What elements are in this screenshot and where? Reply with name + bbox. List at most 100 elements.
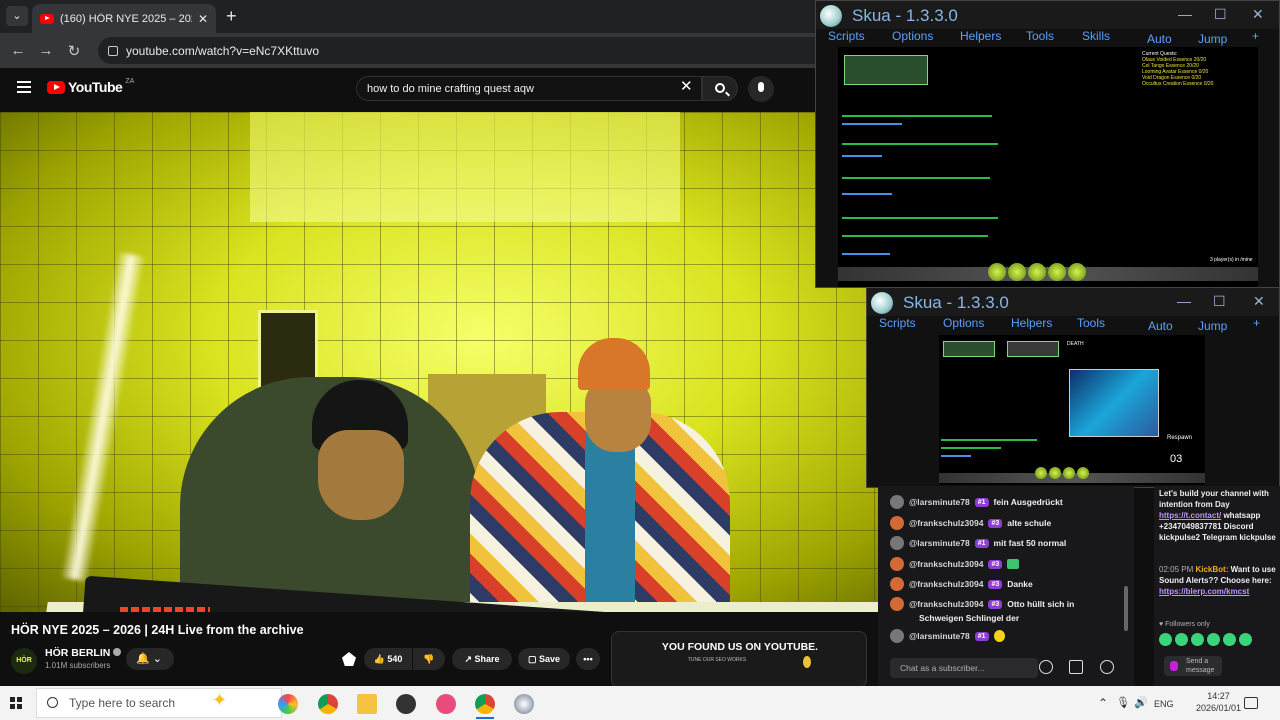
- emote-bar[interactable]: [1159, 633, 1252, 646]
- chrome-icon[interactable]: [318, 694, 338, 714]
- avatar[interactable]: [890, 516, 904, 530]
- remix-icon[interactable]: [342, 652, 356, 666]
- menu-plus[interactable]: +: [1252, 29, 1259, 43]
- share-button[interactable]: ↗ Share: [452, 648, 512, 670]
- search-input[interactable]: how to do mine crafting quest aqw: [356, 76, 702, 101]
- windows-start-icon[interactable]: [10, 697, 22, 709]
- chrome-active-icon[interactable]: [475, 694, 495, 714]
- like-button[interactable]: 👍 540: [364, 648, 412, 670]
- new-tab-button[interactable]: +: [226, 6, 237, 26]
- search-highlights-icon[interactable]: ✦: [212, 690, 227, 711]
- maximize-icon[interactable]: ☐: [1213, 293, 1226, 310]
- search-button[interactable]: [702, 76, 738, 101]
- close-icon[interactable]: ✕: [1252, 6, 1264, 23]
- heart-icon[interactable]: [1100, 660, 1114, 674]
- taskbar-search[interactable]: Type here to search: [36, 688, 282, 718]
- avatar[interactable]: [890, 577, 904, 591]
- snipping-tool-icon[interactable]: [436, 694, 456, 714]
- maximize-icon[interactable]: ☐: [1214, 6, 1227, 23]
- tab-close-icon[interactable]: ✕: [198, 12, 208, 26]
- kick-link[interactable]: https://t.contact/: [1159, 511, 1221, 520]
- skill-3-icon[interactable]: [1063, 467, 1075, 479]
- chat-user[interactable]: @larsminute78: [909, 497, 970, 507]
- video-player[interactable]: [0, 112, 878, 612]
- file-explorer-icon[interactable]: [357, 694, 377, 714]
- menu-options[interactable]: Options: [943, 316, 984, 330]
- skill-4-icon[interactable]: [1048, 263, 1066, 281]
- menu-auto[interactable]: Auto: [1148, 319, 1173, 333]
- chat-user[interactable]: @frankschulz3094: [909, 559, 983, 569]
- save-button[interactable]: ▢ Save: [518, 648, 570, 670]
- url-text[interactable]: youtube.com/watch?v=eNc7XKttuvo: [126, 44, 319, 58]
- reload-icon[interactable]: ↻: [60, 42, 88, 60]
- microphone-icon[interactable]: 🎙: [1116, 696, 1130, 709]
- tray-chevron-icon[interactable]: ⌃: [1098, 696, 1108, 710]
- emote-icon[interactable]: [1207, 633, 1220, 646]
- menu-jump[interactable]: Jump: [1198, 32, 1227, 46]
- chat-user[interactable]: @frankschulz3094: [909, 599, 983, 609]
- send-message-input[interactable]: Send a message: [1164, 656, 1222, 676]
- avatar[interactable]: [890, 629, 904, 643]
- tab-search-button[interactable]: ⌄: [6, 6, 28, 26]
- emote-icon[interactable]: [1159, 633, 1172, 646]
- menu-auto[interactable]: Auto: [1147, 32, 1172, 46]
- game-client-icon[interactable]: [396, 694, 416, 714]
- emote-icon[interactable]: [1191, 633, 1204, 646]
- emote-icon[interactable]: [1175, 633, 1188, 646]
- chat-scrollbar[interactable]: [1124, 586, 1128, 631]
- skill-1-icon[interactable]: [1035, 467, 1047, 479]
- skill-orbs-2[interactable]: [1035, 467, 1089, 485]
- minimize-icon[interactable]: —: [1177, 293, 1191, 309]
- back-icon[interactable]: ←: [4, 42, 32, 59]
- menu-jump[interactable]: Jump: [1198, 319, 1227, 333]
- chat-user[interactable]: @larsminute78: [909, 538, 970, 548]
- browser-tab-youtube[interactable]: (160) HÖR NYE 2025 – 2026 ✕: [32, 4, 216, 33]
- system-clock[interactable]: 14:27 2026/01/01: [1196, 690, 1241, 714]
- menu-helpers[interactable]: Helpers: [1011, 316, 1052, 330]
- game-view[interactable]: Current Quests: Olaus Voided Essence 20/…: [838, 47, 1258, 287]
- super-chat-icon[interactable]: [1069, 660, 1083, 674]
- menu-icon[interactable]: [17, 81, 31, 93]
- subscribed-bell-button[interactable]: 🔔 ⌄: [126, 648, 174, 670]
- site-info-icon[interactable]: [108, 45, 118, 56]
- menu-tools[interactable]: Tools: [1077, 316, 1105, 330]
- dislike-button[interactable]: 👎: [413, 648, 445, 670]
- avatar[interactable]: [890, 557, 904, 571]
- skua-window-top[interactable]: Skua - 1.3.3.0 — ☐ ✕ Scripts Options Hel…: [815, 0, 1280, 288]
- volume-icon[interactable]: 🔊: [1134, 696, 1148, 709]
- notifications-icon[interactable]: [1244, 697, 1258, 709]
- kick-bot-user[interactable]: KickBot:: [1195, 565, 1228, 574]
- skua-taskbar-icon[interactable]: [514, 694, 534, 714]
- avatar[interactable]: [890, 495, 904, 509]
- menu-scripts[interactable]: Scripts: [828, 29, 865, 43]
- more-actions-button[interactable]: •••: [576, 648, 600, 670]
- menu-helpers[interactable]: Helpers: [960, 29, 1001, 43]
- language-indicator[interactable]: ENG: [1154, 699, 1174, 709]
- skill-5-icon[interactable]: [1068, 263, 1086, 281]
- taskbar-search-placeholder[interactable]: Type here to search: [69, 696, 175, 710]
- channel-avatar[interactable]: HÖR: [11, 648, 37, 674]
- avatar[interactable]: [890, 536, 904, 550]
- menu-plus[interactable]: +: [1253, 316, 1260, 330]
- menu-scripts[interactable]: Scripts: [879, 316, 916, 330]
- youtube-logo[interactable]: YouTube ZA: [47, 78, 134, 95]
- kick-link-2[interactable]: https://blerp.com/kmcst: [1159, 587, 1249, 596]
- avatar[interactable]: [890, 597, 904, 611]
- promo-card[interactable]: YOU FOUND US ON YOUTUBE. TUNE OUR SEO WO…: [611, 631, 867, 688]
- close-icon[interactable]: ✕: [1253, 293, 1265, 310]
- skill-1-icon[interactable]: [988, 263, 1006, 281]
- skill-4-icon[interactable]: [1077, 467, 1089, 479]
- skua-window-bottom[interactable]: Skua - 1.3.3.0 — ☐ ✕ Scripts Options Hel…: [866, 287, 1280, 488]
- channel-name[interactable]: HÖR BERLIN: [45, 647, 122, 659]
- chat-user[interactable]: @larsminute78: [909, 631, 970, 641]
- search-query[interactable]: how to do mine crafting quest aqw: [367, 83, 701, 95]
- address-bar[interactable]: youtube.com/watch?v=eNc7XKttuvo: [98, 37, 816, 64]
- menu-tools[interactable]: Tools: [1026, 29, 1054, 43]
- skill-orbs[interactable]: [988, 263, 1086, 281]
- skill-2-icon[interactable]: [1008, 263, 1026, 281]
- chat-input[interactable]: Chat as a subscriber...: [890, 658, 1038, 678]
- skua-titlebar[interactable]: Skua - 1.3.3.0 — ☐ ✕: [816, 1, 1279, 29]
- skill-2-icon[interactable]: [1049, 467, 1061, 479]
- skua-titlebar-2[interactable]: Skua - 1.3.3.0 — ☐ ✕: [867, 288, 1279, 316]
- menu-skills[interactable]: Skills: [1082, 29, 1110, 43]
